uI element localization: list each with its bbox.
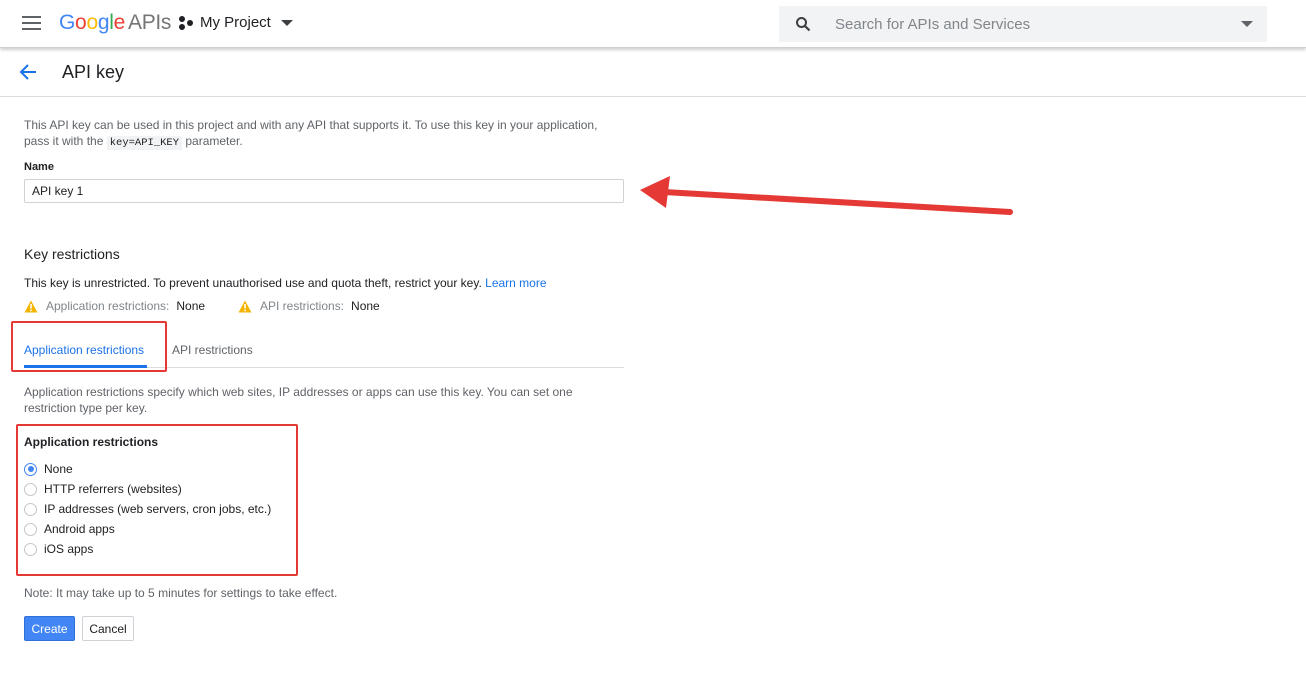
active-tab-indicator	[24, 365, 147, 368]
radio-button[interactable]	[24, 482, 37, 496]
app-restrictions-status: Application restrictions: None	[24, 299, 205, 313]
warning-icon	[238, 300, 252, 312]
cancel-button[interactable]: Cancel	[82, 616, 134, 641]
api-restrictions-status-label: API restrictions:	[260, 299, 345, 313]
app-restrictions-status-label: Application restrictions:	[46, 299, 170, 313]
search-input[interactable]	[835, 6, 1215, 42]
settings-note: Note: It may take up to 5 minutes for se…	[24, 586, 338, 600]
google-apis-logo[interactable]: Google APIs	[59, 11, 171, 35]
radio-label: IP addresses (web servers, cron jobs, et…	[44, 502, 272, 516]
app-restrictions-description: Application restrictions specify which w…	[24, 385, 573, 415]
radio-option-http-referrers[interactable]: HTTP referrers (websites)	[24, 479, 271, 499]
radio-option-ip-addresses[interactable]: IP addresses (web servers, cron jobs, et…	[24, 499, 271, 519]
restriction-tabs: Application restrictions API restriction…	[24, 336, 624, 368]
page-title: API key	[62, 62, 125, 82]
api-restrictions-status: API restrictions: None	[238, 299, 380, 313]
annotation-arrow	[640, 176, 1013, 215]
warning-icon	[24, 300, 38, 312]
key-restrictions-heading: Key restrictions	[24, 246, 120, 262]
radio-label: Android apps	[44, 522, 115, 536]
logo-google-text: Google	[59, 11, 125, 34]
radio-button[interactable]	[24, 542, 37, 556]
unrestricted-message: This key is unrestricted. To prevent una…	[24, 276, 547, 290]
app-restrictions-heading: Application restrictions	[24, 435, 159, 449]
search-icon	[796, 17, 811, 32]
project-selector[interactable]: My Project	[178, 14, 293, 31]
learn-more-link[interactable]: Learn more	[485, 276, 546, 290]
name-label: Name	[24, 161, 54, 173]
app-restrictions-status-value: None	[176, 299, 206, 313]
key-param-code: key=API_KEY	[106, 136, 183, 150]
app-restrictions-radio-group: None HTTP referrers (websites) IP addres…	[24, 459, 271, 559]
description-text-end: parameter.	[182, 134, 243, 148]
tab-application-restrictions[interactable]: Application restrictions	[24, 343, 144, 357]
project-name: My Project	[200, 14, 271, 31]
search-bar	[779, 6, 1267, 42]
radio-button[interactable]	[24, 522, 37, 536]
radio-button[interactable]	[24, 502, 37, 516]
search-dropdown-icon[interactable]	[1241, 21, 1253, 27]
top-app-bar: Google APIs My Project	[0, 0, 1306, 48]
radio-label: HTTP referrers (websites)	[44, 482, 182, 496]
radio-label: iOS apps	[44, 542, 94, 556]
tab-api-restrictions[interactable]: API restrictions	[172, 343, 253, 357]
radio-option-ios-apps[interactable]: iOS apps	[24, 539, 271, 559]
chevron-down-icon	[280, 19, 293, 26]
name-input[interactable]	[24, 179, 624, 203]
unrestricted-text: This key is unrestricted. To prevent una…	[24, 276, 482, 290]
radio-button[interactable]	[24, 462, 37, 476]
logo-apis-text: APIs	[127, 11, 172, 34]
menu-icon[interactable]	[22, 16, 41, 30]
create-button[interactable]: Create	[24, 616, 75, 641]
radio-option-android-apps[interactable]: Android apps	[24, 519, 271, 539]
back-arrow-icon[interactable]	[17, 61, 39, 83]
radio-label: None	[44, 462, 73, 476]
page-header: API key	[0, 48, 1306, 97]
api-restrictions-status-value: None	[351, 299, 380, 313]
project-icon	[179, 15, 193, 30]
page-description: This API key can be used in this project…	[24, 117, 644, 151]
radio-option-none[interactable]: None	[24, 459, 271, 479]
